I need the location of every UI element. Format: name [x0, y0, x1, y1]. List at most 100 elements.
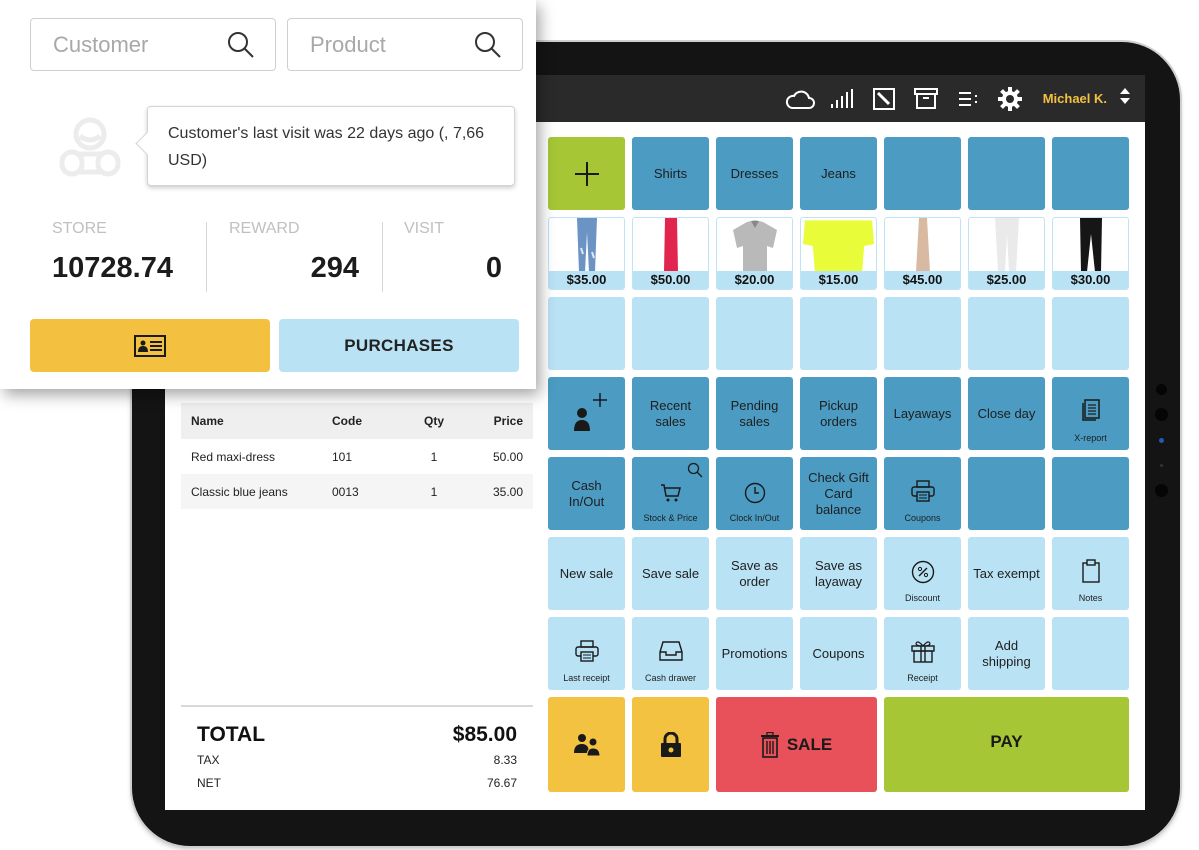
discount-button[interactable]: Discount	[884, 537, 961, 610]
users-icon	[573, 733, 601, 756]
indicator-led	[1159, 438, 1164, 443]
empty-slot[interactable]	[968, 457, 1045, 530]
save-sale-button[interactable]: Save sale	[632, 537, 709, 610]
archive-icon[interactable]	[905, 84, 947, 114]
layaways-button[interactable]: Layaways	[884, 377, 961, 450]
customer-popup: Customer's last visit was 22 days ago (,…	[0, 0, 536, 389]
column-header-name: Name	[191, 414, 224, 428]
search-icon[interactable]	[227, 31, 255, 65]
product-grey-polo[interactable]: $20.00	[716, 217, 793, 290]
clock-in-out-button[interactable]: Clock In/Out	[716, 457, 793, 530]
button-label: Clock In/Out	[729, 513, 780, 523]
pending-sales-button[interactable]: Pending sales	[716, 377, 793, 450]
cloud-icon[interactable]	[779, 84, 821, 114]
item-qty: 1	[430, 484, 438, 499]
button-label: Cash drawer	[644, 673, 697, 683]
category-dresses[interactable]: Dresses	[716, 137, 793, 210]
add-product-button[interactable]	[548, 137, 625, 210]
product-yellow-tshirt[interactable]: $15.00	[800, 217, 877, 290]
table-row[interactable]: Classic blue jeans 0013 1 35.00	[181, 474, 533, 509]
category-label: Dresses	[730, 165, 779, 181]
item-price: 35.00	[492, 484, 523, 499]
search-icon	[687, 462, 703, 482]
net-label: NET	[197, 776, 221, 790]
empty-slot[interactable]	[1052, 297, 1129, 370]
empty-slot[interactable]	[884, 297, 961, 370]
recent-sales-button[interactable]: Recent sales	[632, 377, 709, 450]
pay-button[interactable]: PAY	[884, 697, 1129, 792]
trash-icon	[760, 731, 779, 758]
delete-sale-button[interactable]: SALE	[716, 697, 877, 792]
column-header-qty: Qty	[423, 414, 444, 428]
empty-category-slot[interactable]	[968, 137, 1045, 210]
customer-search-field[interactable]	[30, 18, 276, 71]
customers-button[interactable]	[548, 697, 625, 792]
button-label: Pickup orders	[818, 397, 859, 429]
product-blue-jeans[interactable]: $35.00	[548, 217, 625, 290]
camera-lens-2	[1155, 484, 1168, 497]
product-search-field[interactable]	[287, 18, 523, 71]
signal-icon[interactable]	[821, 84, 863, 114]
stock-price-button[interactable]: Stock & Price	[632, 457, 709, 530]
product-black-pants[interactable]: $30.00	[1052, 217, 1129, 290]
empty-category-slot[interactable]	[884, 137, 961, 210]
empty-slot[interactable]	[968, 297, 1045, 370]
gift-icon	[910, 641, 935, 663]
purchases-button[interactable]: PURCHASES	[279, 319, 519, 372]
button-label: X-report	[1074, 433, 1107, 443]
notes-button[interactable]: Notes	[1052, 537, 1129, 610]
promotions-button[interactable]: Promotions	[716, 617, 793, 690]
product-red-dress[interactable]: $50.00	[632, 217, 709, 290]
product-beige-dress[interactable]: $45.00	[884, 217, 961, 290]
inbox-icon	[658, 641, 683, 661]
coupons-button[interactable]: Coupons	[800, 617, 877, 690]
x-report-button[interactable]: X-report	[1052, 377, 1129, 450]
product-price: $20.00	[717, 271, 792, 289]
gear-icon[interactable]	[989, 84, 1031, 114]
product-white-pants[interactable]: $25.00	[968, 217, 1045, 290]
category-jeans[interactable]: Jeans	[800, 137, 877, 210]
tax-exempt-button[interactable]: Tax exempt	[968, 537, 1045, 610]
empty-slot[interactable]	[632, 297, 709, 370]
empty-slot[interactable]	[1052, 617, 1129, 690]
button-label: Tax exempt	[973, 565, 1040, 581]
cash-drawer-button[interactable]: Cash drawer	[632, 617, 709, 690]
list-icon[interactable]	[947, 84, 989, 114]
lock-button[interactable]	[632, 697, 709, 792]
user-name[interactable]: Michael K.	[1043, 91, 1107, 106]
coupons-print-button[interactable]: Coupons	[884, 457, 961, 530]
search-icon[interactable]	[474, 31, 502, 65]
tax-value: 8.33	[493, 753, 517, 767]
edit-icon[interactable]	[863, 84, 905, 114]
empty-slot[interactable]	[800, 297, 877, 370]
product-image-beige-dress	[885, 218, 960, 272]
customer-card-button[interactable]	[30, 319, 270, 372]
gift-receipt-button[interactable]: Receipt	[884, 617, 961, 690]
user-switch-icon[interactable]	[1119, 87, 1131, 110]
last-receipt-button[interactable]: Last receipt	[548, 617, 625, 690]
empty-slot[interactable]	[716, 297, 793, 370]
empty-slot[interactable]	[1052, 457, 1129, 530]
add-shipping-button[interactable]: Add shipping	[968, 617, 1045, 690]
button-label: Last receipt	[563, 673, 610, 683]
close-day-button[interactable]: Close day	[968, 377, 1045, 450]
printer-icon	[574, 640, 599, 662]
save-as-layaway-button[interactable]: Save as layaway	[800, 537, 877, 610]
check-gift-card-button[interactable]: Check Gift Card balance	[800, 457, 877, 530]
cash-in-out-button[interactable]: Cash In/Out	[548, 457, 625, 530]
product-price: $50.00	[633, 271, 708, 289]
customer-search-input[interactable]	[53, 31, 213, 58]
plus-icon	[574, 161, 599, 186]
new-sale-button[interactable]: New sale	[548, 537, 625, 610]
save-as-order-button[interactable]: Save as order	[716, 537, 793, 610]
pickup-orders-button[interactable]: Pickup orders	[800, 377, 877, 450]
table-row[interactable]: Red maxi-dress 101 1 50.00	[181, 439, 533, 474]
category-shirts[interactable]: Shirts	[632, 137, 709, 210]
empty-category-slot[interactable]	[1052, 137, 1129, 210]
empty-slot[interactable]	[548, 297, 625, 370]
product-search-input[interactable]	[310, 31, 470, 58]
lock-icon	[660, 731, 681, 757]
item-code: 101	[332, 449, 353, 464]
add-customer-button[interactable]	[548, 377, 625, 450]
item-name: Classic blue jeans	[191, 484, 288, 499]
